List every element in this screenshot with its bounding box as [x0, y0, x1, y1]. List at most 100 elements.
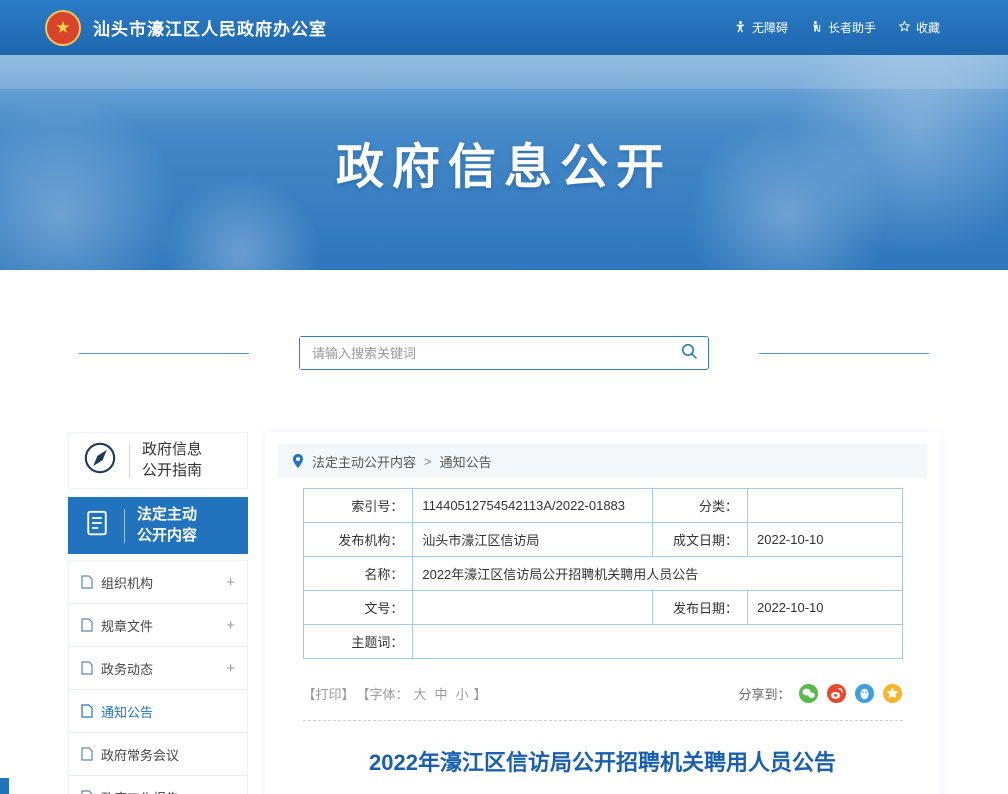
site-title: 汕头市濠江区人民政府办公室: [93, 20, 327, 39]
page-icon: [81, 704, 93, 718]
keywords-label: 主题词：: [302, 624, 414, 659]
top-bar: ★ 汕头市濠江区人民政府办公室 无障碍 长者助手 收藏: [0, 0, 1008, 55]
favorite-label: 收藏: [915, 21, 940, 35]
search-input[interactable]: [300, 337, 670, 369]
guide-line1: 政府信息: [142, 441, 203, 459]
elder-assist-label: 长者助手: [827, 21, 876, 35]
sidebar-item-government-news[interactable]: 政务动态 +: [69, 647, 247, 690]
compass-icon: [83, 441, 117, 480]
expander[interactable]: +: [226, 660, 235, 677]
card-divider: [124, 508, 125, 543]
qzone-share-icon[interactable]: [882, 683, 903, 704]
sidebar-item-guide[interactable]: 政府信息 公开指南: [68, 432, 248, 489]
sidebar-item-label: 政务动态: [101, 661, 154, 677]
section-line2: 公开内容: [137, 526, 198, 544]
search-button[interactable]: [670, 337, 708, 369]
font-size-large-button[interactable]: 大: [414, 684, 427, 703]
favorite-link[interactable]: 收藏: [898, 19, 940, 36]
name-label: 名称：: [302, 556, 414, 591]
elder-assist-link[interactable]: 长者助手: [810, 19, 876, 36]
sidebar-item-regulations[interactable]: 规章文件 +: [69, 604, 247, 647]
breadcrumb-level1[interactable]: 法定主动公开内容: [312, 452, 416, 471]
search-section: [0, 336, 1008, 370]
content-area: 政府信息 公开指南 法定主动 公开内容 组织机构 + 规章文件 + 政务动态 +…: [68, 432, 940, 794]
agency-label: 发布机构：: [302, 522, 414, 557]
accessibility-label: 无障碍: [751, 21, 788, 35]
agency-value: 汕头市濠江区信访局: [412, 522, 654, 557]
guide-line2: 公开指南: [142, 461, 203, 479]
doc-no-label: 文号：: [302, 590, 414, 625]
sidebar-item-organization[interactable]: 组织机构 +: [69, 561, 247, 604]
breadcrumb-separator: >: [424, 453, 432, 469]
search-box: [299, 336, 709, 370]
font-size-small-button[interactable]: 小: [456, 684, 469, 703]
sidebar-menu: 组织机构 + 规章文件 + 政务动态 + 通知公告 政府常务会议: [68, 560, 248, 794]
publish-date-label: 发布日期：: [652, 590, 749, 625]
topbar-links: 无障碍 长者助手 收藏: [734, 19, 940, 36]
qq-share-icon[interactable]: [854, 683, 875, 704]
toolbar-left: 【打印】 【字体： 大 中 小 】: [303, 684, 487, 703]
national-emblem-icon: ★: [45, 9, 81, 46]
page-icon: [81, 747, 93, 761]
section-line1: 法定主动: [137, 506, 198, 524]
article-toolbar: 【打印】 【字体： 大 中 小 】 分享到：: [303, 683, 903, 704]
main-panel: 法定主动公开内容 > 通知公告 索引号： 11440512754542113A/…: [265, 432, 940, 794]
left-divider-line: [79, 352, 249, 354]
document-icon: [82, 508, 112, 543]
wechat-share-icon[interactable]: [798, 683, 819, 704]
sidebar-item-notices[interactable]: 通知公告: [69, 690, 247, 733]
page-icon: [81, 661, 93, 675]
article-title: 2022年濠江区信访局公开招聘机关聘用人员公告: [369, 750, 836, 775]
guide-card-label: 政府信息 公开指南: [142, 440, 202, 481]
keywords-value: [412, 624, 903, 659]
share-label: 分享到：: [738, 687, 791, 702]
banner-title: 政府信息公开: [335, 141, 672, 194]
search-icon: [681, 343, 698, 363]
sidebar-item-label: 规章文件: [101, 618, 154, 634]
written-date-label: 成文日期：: [652, 522, 749, 557]
page-icon: [81, 575, 93, 589]
elder-assist-icon: [810, 20, 823, 36]
sidebar-item-label: 政府工作报告: [101, 788, 179, 794]
page-icon: [81, 618, 93, 632]
accessibility-icon: [734, 20, 747, 36]
print-button[interactable]: 【打印】: [303, 684, 355, 703]
table-row: 索引号： 11440512754542113A/2022-01883 分类：: [302, 488, 903, 523]
sidebar-item-label: 政府常务会议: [101, 747, 180, 763]
written-date-value: 2022-10-10: [747, 522, 903, 557]
font-size-prefix: 【字体：: [356, 687, 409, 702]
breadcrumb-level2[interactable]: 通知公告: [440, 452, 492, 471]
font-size-suffix: 】: [473, 687, 487, 702]
expander[interactable]: +: [226, 617, 235, 634]
category-value: [747, 488, 903, 523]
sidebar-item-work-report[interactable]: 政府工作报告: [69, 776, 247, 794]
expander[interactable]: +: [226, 574, 235, 591]
emblem-star: ★: [55, 17, 71, 37]
sidebar-item-statutory-disclosure[interactable]: 法定主动 公开内容: [68, 497, 248, 554]
font-size-medium-button[interactable]: 中: [435, 684, 448, 703]
location-pin-icon: [292, 453, 304, 469]
right-divider-line: [759, 352, 929, 354]
sidebar-item-label: 组织机构: [101, 575, 154, 591]
category-label: 分类：: [652, 488, 749, 523]
section-card-label: 法定主动 公开内容: [137, 505, 197, 546]
star-icon: [898, 20, 911, 36]
accessibility-link[interactable]: 无障碍: [734, 19, 788, 36]
breadcrumb: 法定主动公开内容 > 通知公告: [278, 444, 927, 478]
dashed-divider: [302, 720, 903, 721]
index-value: 11440512754542113A/2022-01883: [412, 488, 654, 523]
sidebar: 政府信息 公开指南 法定主动 公开内容 组织机构 + 规章文件 + 政务动态 +…: [68, 432, 248, 794]
sidebar-item-label: 通知公告: [101, 704, 154, 720]
page-icon: [81, 790, 93, 794]
share-bar: 分享到：: [738, 683, 902, 704]
sidebar-item-executive-meetings[interactable]: 政府常务会议: [69, 733, 247, 776]
card-divider: [129, 443, 130, 478]
table-row: 发布机构： 汕头市濠江区信访局 成文日期： 2022-10-10: [302, 522, 903, 557]
doc-no-value: [412, 590, 654, 625]
index-label: 索引号：: [302, 488, 414, 523]
table-row: 名称： 2022年濠江区信访局公开招聘机关聘用人员公告: [302, 556, 903, 591]
banner: 政府信息公开: [0, 55, 1008, 270]
edge-decoration: [0, 778, 9, 794]
name-value: 2022年濠江区信访局公开招聘机关聘用人员公告: [412, 556, 903, 591]
weibo-share-icon[interactable]: [826, 683, 847, 704]
